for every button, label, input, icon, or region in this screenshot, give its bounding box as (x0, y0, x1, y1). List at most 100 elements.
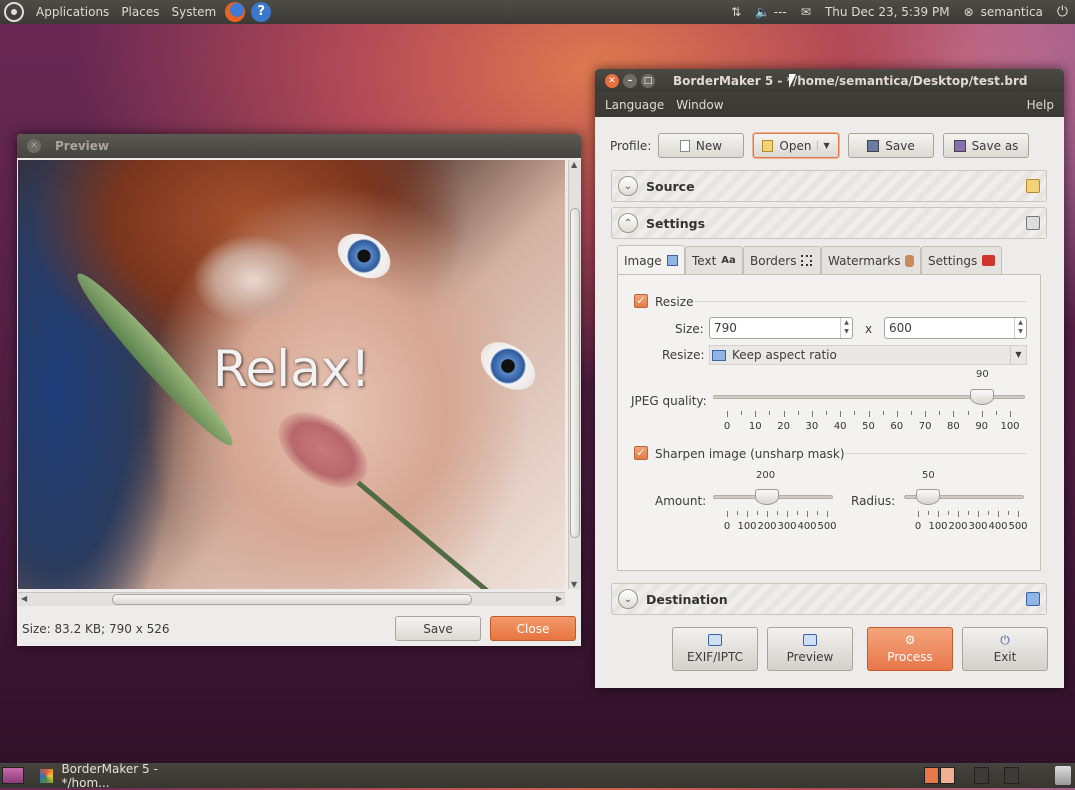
user-icon[interactable]: ⊗ (957, 5, 981, 19)
vertical-scrollbar[interactable]: ▲ ▼ (568, 160, 581, 589)
chevron-up-icon[interactable]: ⌃ (618, 213, 638, 233)
user-name[interactable]: semantica (981, 5, 1050, 19)
main-titlebar[interactable]: ✕ – □ BorderMaker 5 - */home/semantica/D… (595, 69, 1064, 93)
help-icon[interactable]: ? (251, 2, 272, 22)
slider-tick-label: 300 (777, 521, 797, 532)
radius-slider[interactable] (916, 489, 940, 505)
process-button[interactable]: ⚙ Process (867, 627, 953, 671)
trash-icon[interactable] (1055, 766, 1071, 785)
slider-tick-label: 0 (723, 421, 731, 432)
destination-section[interactable]: ⌄ Destination (611, 583, 1047, 615)
amount-label: Amount: (655, 494, 707, 508)
slider-tick (769, 411, 771, 415)
width-spinner[interactable]: ▲ ▼ (840, 318, 852, 338)
resize-checkbox[interactable]: ✓ (634, 294, 648, 308)
dropdown-arrow-icon[interactable]: ▼ (817, 141, 830, 150)
settings-section[interactable]: ⌃ Settings (611, 207, 1047, 239)
menu-window[interactable]: Window (670, 98, 729, 112)
slider-tick (757, 511, 758, 515)
chevron-down-icon[interactable]: ⌄ (618, 589, 638, 609)
jpeg-quality-slider[interactable] (969, 389, 994, 405)
resize-mode-select[interactable]: Keep aspect ratio ▼ (709, 345, 1027, 365)
borders-icon (801, 255, 813, 266)
slider-tick (988, 511, 989, 515)
preview-titlebar[interactable]: ✕ Preview (17, 134, 581, 158)
maximize-icon[interactable]: □ (641, 74, 655, 88)
mail-icon[interactable]: ✉ (794, 5, 818, 19)
applications-menu[interactable]: Applications (30, 0, 115, 24)
tab-text[interactable]: Text Aa (685, 246, 743, 274)
amount-slider[interactable] (755, 489, 779, 505)
slider-tick (939, 411, 941, 415)
scroll-up-icon[interactable]: ▲ (571, 160, 577, 169)
source-section[interactable]: ⌄ Source (611, 170, 1047, 202)
tab-settings[interactable]: Settings (921, 246, 1002, 274)
close-icon[interactable]: ✕ (605, 74, 619, 88)
scroll-right-icon[interactable]: ▶ (556, 594, 562, 603)
chevron-down-icon[interactable]: ▼ (1010, 346, 1026, 364)
system-menu[interactable]: System (165, 0, 222, 24)
slider-tick (882, 411, 884, 415)
workspace-3[interactable] (974, 767, 989, 784)
new-profile-button[interactable]: New (658, 133, 744, 158)
volume-icon[interactable]: 🔈 --- (748, 5, 794, 19)
ubuntu-logo-icon[interactable] (4, 2, 24, 22)
preview-button[interactable]: Preview (767, 627, 853, 671)
clock[interactable]: Thu Dec 23, 5:39 PM (818, 5, 957, 19)
slider-tick-label: 400 (797, 521, 817, 532)
taskbar-bordermaker[interactable]: BorderMaker 5 - */hom... (34, 762, 204, 790)
slider-tick (755, 411, 757, 417)
menu-help[interactable]: Help (1021, 98, 1060, 112)
menu-language[interactable]: Language (599, 98, 670, 112)
sharpen-checkbox[interactable]: ✓ (634, 446, 648, 460)
scroll-left-icon[interactable]: ◀ (21, 594, 27, 603)
exif-iptc-button[interactable]: EXIF/IPTC (672, 627, 758, 671)
slider-tick (807, 511, 808, 517)
scroll-down-icon[interactable]: ▼ (571, 580, 577, 589)
preview-image: Relax! (18, 160, 565, 589)
tab-borders[interactable]: Borders (743, 246, 821, 274)
slider-tick (797, 511, 798, 515)
save-as-profile-button[interactable]: Save as (943, 133, 1029, 158)
tab-watermarks[interactable]: Watermarks (821, 246, 921, 274)
preview-close-button[interactable]: Close (490, 616, 576, 641)
profile-label: Profile: (610, 139, 652, 153)
height-spinner[interactable]: ▲ ▼ (1014, 318, 1026, 338)
slider-tick-label: 60 (890, 421, 904, 432)
image-icon (666, 255, 678, 266)
minimize-icon[interactable]: – (623, 74, 637, 88)
slider-tick (958, 511, 959, 517)
network-icon[interactable]: ⇅ (724, 5, 748, 19)
horizontal-scrollbar[interactable]: ◀ ▶ (18, 592, 565, 606)
firefox-icon[interactable] (225, 2, 246, 22)
workspace-switcher[interactable] (924, 767, 1020, 784)
save-profile-button[interactable]: Save (848, 133, 934, 158)
slider-tick-label: 500 (1008, 521, 1028, 532)
slider-tick-label: 50 (862, 421, 875, 432)
workspace-2[interactable] (940, 767, 955, 784)
power-icon[interactable]: ⏻ (1050, 4, 1075, 20)
vertical-scroll-thumb[interactable] (570, 208, 580, 538)
slider-tick-label: 400 (988, 521, 1008, 532)
chevron-down-icon[interactable]: ⌄ (618, 176, 638, 196)
workspace-4[interactable] (1004, 767, 1019, 784)
height-input[interactable]: 600 ▲ ▼ (884, 317, 1027, 339)
width-input[interactable]: 790 ▲ ▼ (709, 317, 853, 339)
exit-button[interactable]: ⏻ Exit (962, 627, 1048, 671)
close-icon[interactable]: ✕ (27, 139, 41, 153)
workspace-1[interactable] (924, 767, 939, 784)
right-eye (471, 332, 545, 400)
open-profile-button[interactable]: Open ▼ (753, 133, 839, 158)
slider-tick-label: 30 (805, 421, 819, 432)
slider-tick-label: 200 (757, 521, 777, 532)
slider-tick (727, 511, 728, 517)
preview-save-button[interactable]: Save (395, 616, 481, 641)
slider-tick (787, 511, 788, 517)
slider-tick (727, 411, 728, 417)
places-menu[interactable]: Places (115, 0, 165, 24)
horizontal-scroll-thumb[interactable] (112, 594, 472, 605)
slider-tick (1018, 511, 1019, 517)
text-style-icon: Aa (721, 255, 736, 266)
tab-image[interactable]: Image (617, 245, 685, 275)
show-desktop-icon[interactable] (2, 767, 24, 784)
